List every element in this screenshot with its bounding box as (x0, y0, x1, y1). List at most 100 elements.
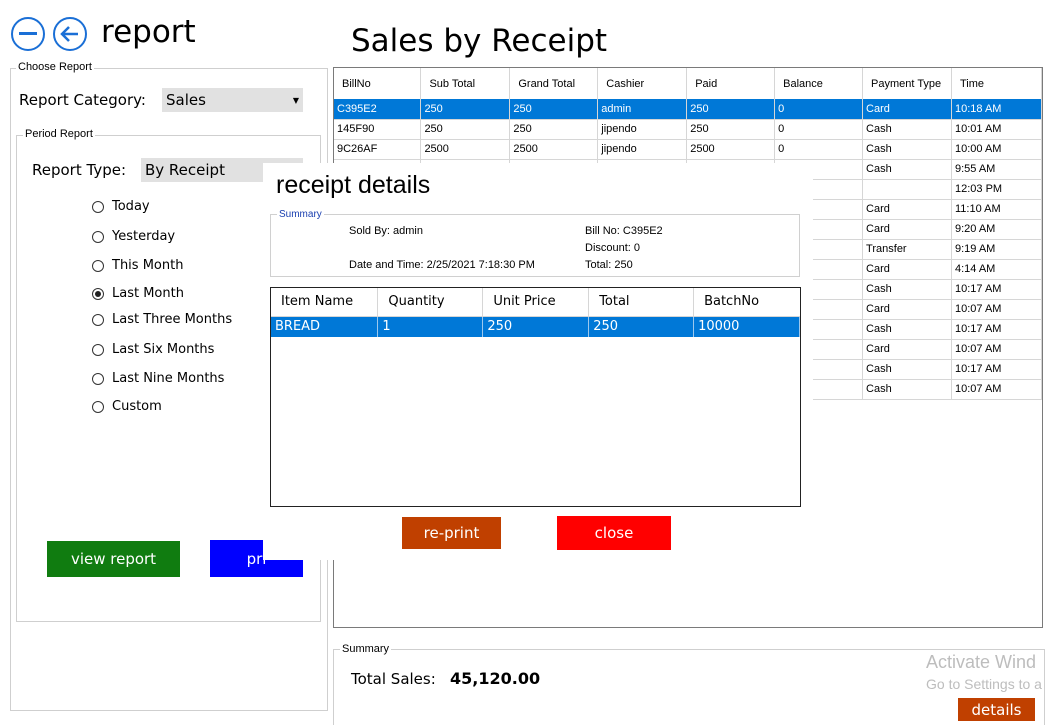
table-cell: 250 (686, 119, 776, 140)
table-cell: 10:00 AM (951, 139, 1043, 160)
item-cell: 250 (482, 316, 590, 337)
col-total[interactable]: Total (588, 288, 695, 317)
col-billno[interactable]: BillNo (334, 68, 422, 99)
table-cell: 10:07 AM (951, 339, 1043, 360)
report-type-value: By Receipt (145, 161, 225, 179)
total-sales-label: Total Sales: (351, 670, 436, 688)
table-cell: 0 (774, 119, 864, 140)
radio-circle (92, 313, 104, 326)
item-cell: 1 (377, 316, 484, 337)
table-row[interactable]: 9C26AF 2500 2500 jipendo 2500 0 Cash 10:00 AM (334, 139, 1043, 160)
table-cell: Card (862, 299, 952, 320)
radio-label: Custom (112, 399, 162, 414)
items-body: BREAD 1 250 250 10000 (271, 316, 800, 337)
table-cell: Card (862, 99, 952, 120)
radio-label: Today (112, 199, 150, 214)
dialog-title: receipt details (276, 171, 431, 199)
table-cell: Cash (862, 279, 952, 300)
total-sales-value: 45,120.00 (450, 669, 541, 688)
receipt-items-grid[interactable]: Item Name Quantity Unit Price Total Batc… (270, 287, 801, 507)
table-cell (862, 179, 952, 200)
table-cell: 250 (420, 119, 511, 140)
col-unit-price[interactable]: Unit Price (482, 288, 590, 317)
window-title: report (101, 14, 196, 50)
item-cell: 10000 (693, 316, 800, 337)
period-report-legend: Period Report (23, 128, 95, 140)
col-time[interactable]: Time (951, 68, 1043, 99)
col-cashier[interactable]: Cashier (597, 68, 688, 99)
dialog-summary-legend: Summary (277, 209, 324, 220)
summary-legend: Summary (340, 643, 392, 655)
close-button[interactable]: close (557, 516, 671, 550)
total-text: Total: 250 (585, 259, 633, 271)
item-row[interactable]: BREAD 1 250 250 10000 (271, 316, 800, 337)
table-cell: Cash (862, 359, 952, 380)
radio-label: Last Nine Months (112, 371, 225, 386)
table-cell: jipendo (597, 139, 688, 160)
radio-this-month[interactable]: This Month (92, 258, 183, 273)
back-button[interactable] (53, 17, 87, 51)
col-batchno[interactable]: BatchNo (693, 288, 800, 317)
col-item-name[interactable]: Item Name (271, 288, 379, 317)
table-cell: 10:18 AM (951, 99, 1043, 120)
radio-label: Last Six Months (112, 342, 215, 357)
col-balance[interactable]: Balance (774, 68, 864, 99)
table-cell: C395E2 (334, 99, 422, 120)
table-cell: 12:03 PM (951, 179, 1043, 200)
radio-label: Yesterday (112, 229, 176, 244)
col-quantity[interactable]: Quantity (377, 288, 484, 317)
col-sub-total[interactable]: Sub Total (420, 68, 511, 99)
table-cell: 10:17 AM (951, 359, 1043, 380)
bill-no-text: Bill No: C395E2 (585, 225, 663, 237)
report-category-select[interactable]: Sales ▼ (162, 88, 303, 112)
table-cell: 2500 (686, 139, 776, 160)
table-cell: Cash (862, 379, 952, 400)
table-cell: Card (862, 219, 952, 240)
radio-label: This Month (112, 258, 184, 273)
view-report-button[interactable]: view report (47, 541, 180, 577)
table-cell: 250 (509, 99, 599, 120)
col-grand-total[interactable]: Grand Total (509, 68, 599, 99)
table-cell: 10:17 AM (951, 319, 1043, 340)
radio-circle (92, 230, 104, 243)
radio-today[interactable]: Today (92, 199, 150, 214)
table-cell: 0 (774, 99, 864, 120)
chevron-down-icon: ▼ (292, 95, 299, 105)
table-cell: 11:10 AM (951, 199, 1043, 220)
minus-button[interactable] (11, 17, 45, 51)
table-row[interactable]: 145F90 250 250 jipendo 250 0 Cash 10:01 AM (334, 119, 1043, 140)
radio-last-month[interactable]: Last Month (92, 286, 184, 301)
date-time-text: Date and Time: 2/25/2021 7:18:30 PM (349, 259, 535, 271)
details-button[interactable]: details (958, 698, 1035, 721)
table-cell: 10:07 AM (951, 379, 1043, 400)
table-row[interactable]: C395E2 250 250 admin 250 0 Card 10:18 AM (334, 99, 1043, 120)
reprint-button[interactable]: re-print (402, 517, 501, 549)
report-category-label: Report Category: (19, 91, 146, 109)
radio-last-six-months[interactable]: Last Six Months (92, 342, 214, 357)
radio-last-nine-months[interactable]: Last Nine Months (92, 371, 224, 386)
radio-custom[interactable]: Custom (92, 399, 162, 414)
item-cell: 250 (588, 316, 695, 337)
col-payment-type[interactable]: Payment Type (862, 68, 952, 99)
radio-label: Last Month (112, 286, 184, 301)
watermark-line1: Activate Wind (926, 652, 1037, 672)
radio-yesterday[interactable]: Yesterday (92, 229, 175, 244)
table-cell: 4:14 AM (951, 259, 1043, 280)
table-cell: 0 (774, 139, 864, 160)
grid-header-row: BillNo Sub Total Grand Total Cashier Pai… (334, 68, 1043, 99)
table-cell: 9:20 AM (951, 219, 1043, 240)
table-cell: 250 (686, 99, 776, 120)
report-type-label: Report Type: (32, 161, 126, 179)
table-cell: 145F90 (334, 119, 422, 140)
minus-icon (19, 32, 37, 35)
table-cell: 10:17 AM (951, 279, 1043, 300)
radio-circle (92, 372, 104, 385)
col-paid[interactable]: Paid (686, 68, 776, 99)
radio-circle (92, 200, 104, 213)
radio-circle-checked (92, 287, 104, 300)
watermark-line2: Go to Settings to a (926, 676, 1042, 692)
sold-by-text: Sold By: admin (349, 225, 423, 237)
radio-circle (92, 400, 104, 413)
report-category-value: Sales (166, 91, 206, 109)
radio-last-three-months[interactable]: Last Three Months (92, 312, 232, 327)
